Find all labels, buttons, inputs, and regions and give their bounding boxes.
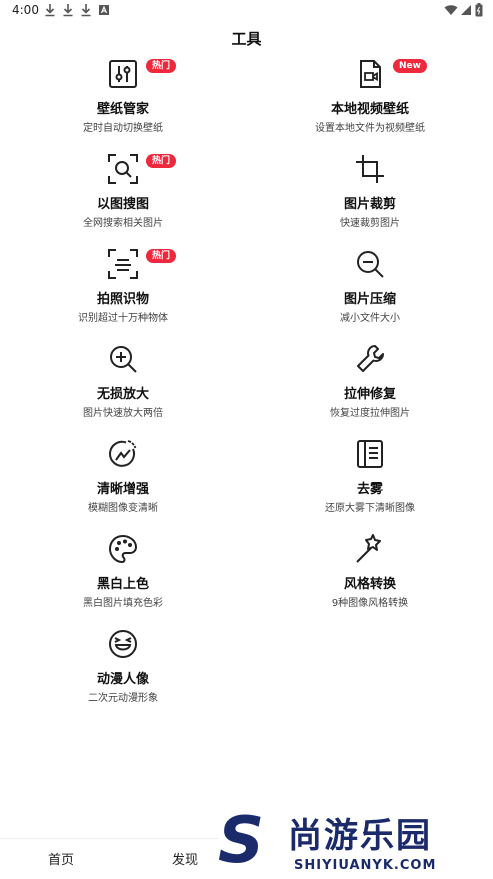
tool-name: 清晰增强 [96,482,149,497]
tool-name: 黑白上色 [96,577,149,592]
tool-anime-portrait[interactable]: 动漫人像 二次元动漫形象 [0,625,246,720]
hot-badge: 热门 [146,249,177,263]
tool-name: 无损放大 [96,387,149,402]
tool-name: 拉伸修复 [343,387,396,402]
book-icon [357,440,383,468]
tool-name: 以图搜图 [96,197,149,212]
tool-clarity-enhance[interactable]: 清晰增强 模糊图像变清晰 [0,435,246,530]
tool-desc: 全网搜索相关图片 [83,218,163,229]
scan-search-icon [108,154,138,184]
tool-lossless-upscale[interactable]: 无损放大 图片快速放大两倍 [0,340,246,435]
enhance-icon [109,440,137,467]
status-time: 4:00 [12,3,39,17]
tool-name: 拍照识物 [96,292,149,307]
tool-style-transfer[interactable]: 风格转换 9种图像风格转换 [247,530,493,625]
magic-wand-icon [356,534,381,563]
tool-desc: 快速裁剪图片 [340,218,400,229]
hot-badge: 热门 [146,154,177,168]
wifi-icon [444,5,458,15]
watermark-logo: S 尚游乐园 SHIYIUANYK.COM [218,804,493,878]
download-icon [45,4,55,17]
tool-name: 图片压缩 [343,292,396,307]
tool-crop[interactable]: 图片裁剪 快速裁剪图片 [247,150,493,245]
video-file-icon [360,60,381,88]
tool-desc: 模糊图像变清晰 [88,503,158,514]
tool-desc: 设置本地文件为视频壁纸 [315,123,425,134]
tool-desc: 恢复过度拉伸图片 [330,408,410,419]
tool-desc: 图片快速放大两倍 [83,408,163,419]
tool-desc: 还原大雾下清晰图像 [325,503,415,514]
tool-colorize[interactable]: 黑白上色 黑白图片填充色彩 [0,530,246,625]
tool-desc: 定时自动切换壁纸 [83,123,163,134]
tool-dehaze[interactable]: 去雾 还原大雾下清晰图像 [247,435,493,530]
signal-icon [461,5,471,15]
new-badge: New [393,59,427,73]
tool-name: 壁纸管家 [96,102,149,117]
wrench-icon [357,345,384,372]
tool-image-search[interactable]: 热门 以图搜图 全网搜索相关图片 [0,150,246,245]
tool-name: 图片裁剪 [343,197,396,212]
tool-object-recognition[interactable]: 热门 拍照识物 识别超过十万种物体 [0,245,246,340]
tool-wallpaper-manager[interactable]: 热门 壁纸管家 定时自动切换壁纸 [0,55,246,150]
zoom-out-icon [357,251,384,278]
sliders-icon [109,60,137,88]
tool-local-video-wallpaper[interactable]: New 本地视频壁纸 设置本地文件为视频壁纸 [247,55,493,150]
scan-object-icon [108,249,138,279]
tool-stretch-repair[interactable]: 拉伸修复 恢复过度拉伸图片 [247,340,493,435]
tool-name: 风格转换 [343,577,396,592]
tool-desc: 减小文件大小 [340,313,400,324]
status-bar: 4:00 [0,0,493,22]
app-notification-icon [99,5,109,15]
zoom-in-icon [110,346,137,373]
download-icon [81,4,91,17]
palette-icon [108,534,138,564]
watermark-url: SHIYIUANYK.COM [294,858,437,873]
tool-desc: 识别超过十万种物体 [78,313,168,324]
tool-desc: 9种图像风格转换 [331,598,409,609]
battery-icon [475,3,483,17]
tool-compress[interactable]: 图片压缩 减小文件大小 [247,245,493,340]
laughing-face-icon [109,630,137,658]
tab-home[interactable]: 首页 [48,849,74,868]
page-title: 工具 [231,30,262,48]
tab-discover[interactable]: 发现 [172,849,198,868]
hot-badge: 热门 [146,59,177,73]
tool-name: 去雾 [356,482,383,497]
tool-name: 本地视频壁纸 [330,102,409,117]
watermark-text: 尚游乐园 [288,816,432,856]
tool-desc: 黑白图片填充色彩 [83,598,163,609]
watermark-letter: S [218,804,265,878]
tool-desc: 二次元动漫形象 [88,693,158,704]
crop-icon [356,155,384,183]
tool-name: 动漫人像 [96,672,149,687]
download-icon [63,4,73,17]
